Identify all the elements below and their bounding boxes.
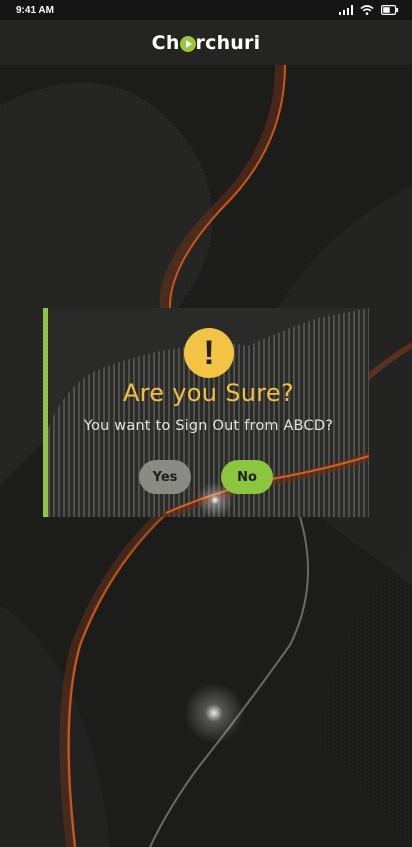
app-logo: Ch rchuri	[152, 32, 261, 54]
wifi-icon	[360, 5, 374, 15]
app-bar: Ch rchuri	[0, 20, 412, 65]
sign-out-dialog: ! Are you Sure? You want to Sign Out fro…	[43, 308, 369, 517]
dialog-message: You want to Sign Out from ABCD?	[83, 418, 334, 434]
play-icon	[179, 35, 196, 52]
status-time: 9:41 AM	[16, 4, 54, 16]
status-icons	[339, 5, 399, 15]
battery-icon	[381, 5, 399, 15]
signal-icon	[339, 5, 353, 15]
status-bar: 9:41 AM	[0, 0, 412, 20]
no-button[interactable]: No	[221, 460, 273, 494]
yes-button[interactable]: Yes	[139, 460, 191, 494]
logo-prefix: Ch	[151, 31, 180, 54]
logo-suffix: rchuri	[195, 31, 261, 54]
warning-icon: !	[184, 328, 234, 378]
dialog-title: Are you Sure?	[122, 379, 295, 407]
